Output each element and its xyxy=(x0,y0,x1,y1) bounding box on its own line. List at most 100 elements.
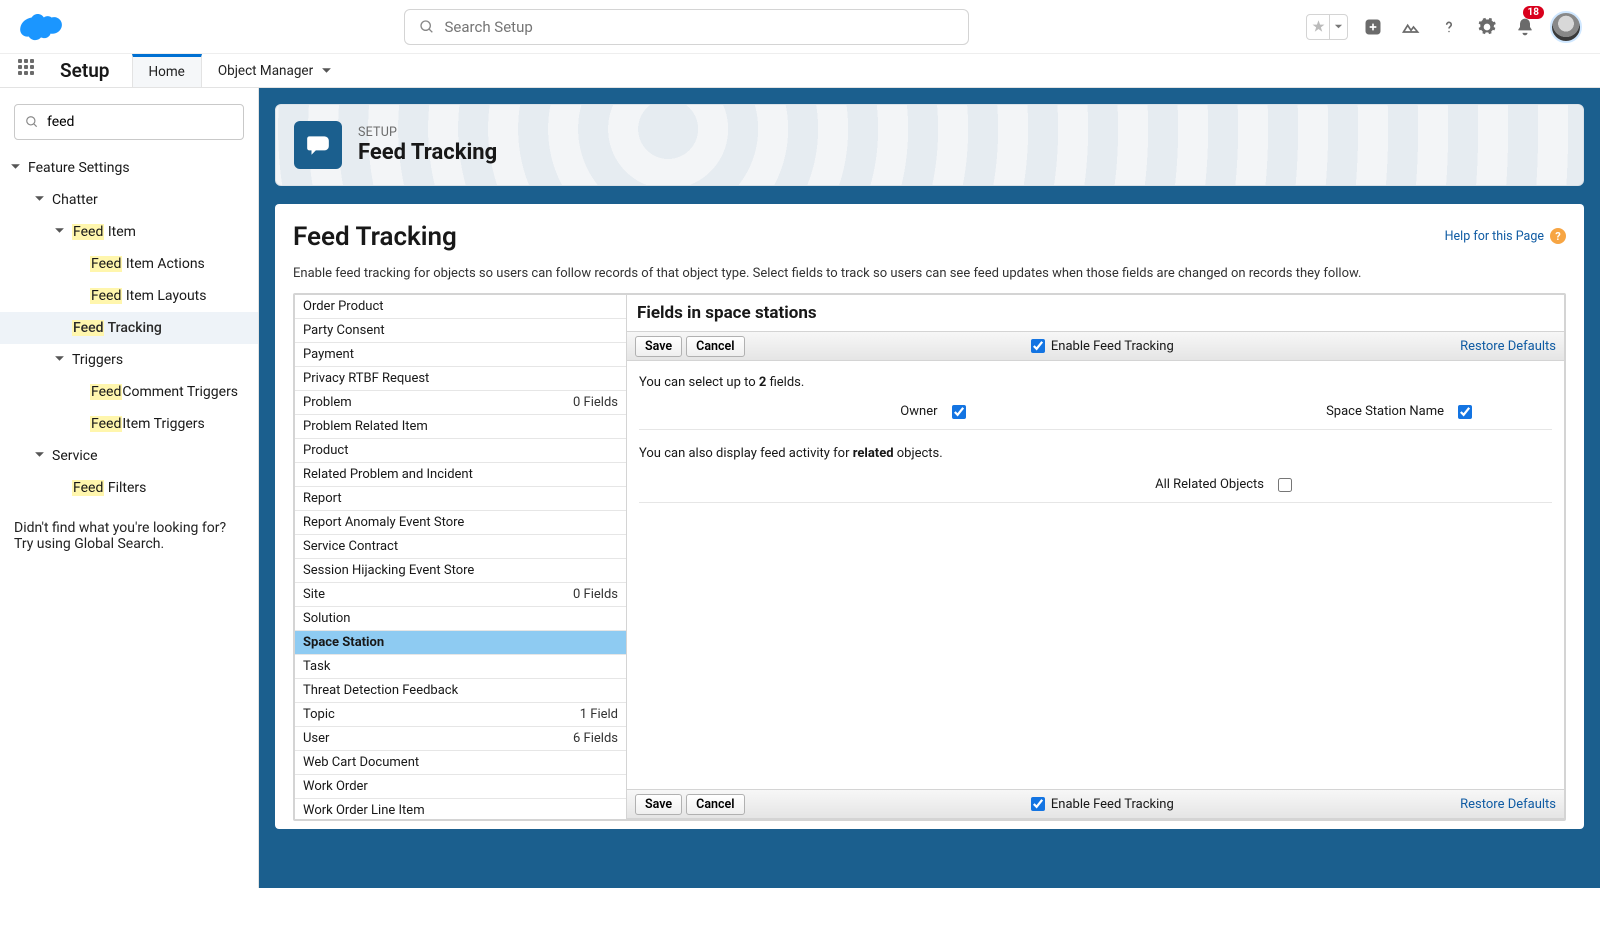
enable-feed-tracking-checkbox[interactable] xyxy=(1031,797,1045,811)
related-objects-text: You can also display feed activity for r… xyxy=(639,430,1552,467)
star-icon xyxy=(1307,14,1329,40)
sidebar-item-chatter[interactable]: Chatter xyxy=(0,184,258,216)
sidebar-item-feed-item-layouts[interactable]: Feed Item Layouts xyxy=(0,280,258,312)
page-header: SETUP Feed Tracking xyxy=(275,104,1584,186)
sidebar-item-service[interactable]: Service xyxy=(0,440,258,472)
global-header: 18 xyxy=(0,0,1600,54)
object-list[interactable]: Order ProductParty ConsentPaymentPrivacy… xyxy=(295,295,627,819)
tracking-workspace: Order ProductParty ConsentPaymentPrivacy… xyxy=(293,293,1566,821)
object-row[interactable]: Order Product xyxy=(295,295,626,319)
select-limit-text: You can select up to 2 fields. xyxy=(639,371,1552,394)
notifications-button[interactable]: 18 xyxy=(1512,14,1538,40)
salesforce-logo xyxy=(18,10,66,44)
favorites-dropdown[interactable] xyxy=(1306,14,1348,40)
object-row[interactable]: Service Contract xyxy=(295,535,626,559)
chevron-down-icon xyxy=(54,225,65,236)
sidebar-item-feed-filters[interactable]: Feed Filters xyxy=(0,472,258,504)
sidebar-not-found-text: Didn't find what you're looking for? Try… xyxy=(0,504,258,568)
help-icon: ? xyxy=(1550,228,1566,244)
cancel-button[interactable]: Cancel xyxy=(686,794,744,815)
gear-icon[interactable] xyxy=(1474,14,1500,40)
fields-heading: Fields in space stations xyxy=(627,295,1564,331)
context-nav: Setup Home Object Manager xyxy=(0,54,1600,88)
object-row[interactable]: Problem Related Item xyxy=(295,415,626,439)
panel-title: Feed Tracking xyxy=(293,222,1566,252)
object-row[interactable]: User6 Fields xyxy=(295,727,626,751)
object-row[interactable]: Product xyxy=(295,439,626,463)
app-title: Setup xyxy=(60,59,110,82)
sidebar-item-feeditem-triggers[interactable]: FeedItem Triggers xyxy=(0,408,258,440)
all-related-objects-checkbox[interactable] xyxy=(1278,478,1292,492)
trailhead-icon[interactable] xyxy=(1398,14,1424,40)
object-row[interactable]: Problem0 Fields xyxy=(295,391,626,415)
tab-object-manager[interactable]: Object Manager xyxy=(202,54,348,87)
object-row[interactable]: Work Order xyxy=(295,775,626,799)
chevron-down-icon xyxy=(1329,15,1347,39)
sidebar-item-feed-tracking[interactable]: Feed Tracking xyxy=(0,312,258,344)
page-title: Feed Tracking xyxy=(358,140,497,165)
app-launcher-icon[interactable] xyxy=(18,59,42,83)
panel-description: Enable feed tracking for objects so user… xyxy=(293,266,1566,281)
object-row[interactable]: Payment xyxy=(295,343,626,367)
object-row[interactable]: Solution xyxy=(295,607,626,631)
setup-sidebar: Feature Settings Chatter Feed Item Feed … xyxy=(0,88,259,888)
enable-feed-tracking-checkbox[interactable] xyxy=(1031,339,1045,353)
sidebar-item-feature-settings[interactable]: Feature Settings xyxy=(0,152,258,184)
object-row[interactable]: Related Problem and Incident xyxy=(295,463,626,487)
enable-feed-tracking[interactable]: Enable Feed Tracking xyxy=(1031,339,1174,354)
action-bar-top: Save Cancel Enable Feed Tracking Restore… xyxy=(627,331,1564,361)
object-row[interactable]: Task xyxy=(295,655,626,679)
object-row[interactable]: Session Hijacking Event Store xyxy=(295,559,626,583)
quick-find[interactable] xyxy=(14,104,244,140)
object-row[interactable]: Party Consent xyxy=(295,319,626,343)
bell-icon xyxy=(1515,17,1535,37)
chevron-down-icon xyxy=(34,449,45,460)
search-icon xyxy=(25,115,39,129)
object-row[interactable]: Report xyxy=(295,487,626,511)
object-row[interactable]: Privacy RTBF Request xyxy=(295,367,626,391)
sidebar-item-feed-item[interactable]: Feed Item xyxy=(0,216,258,248)
object-row[interactable]: Site0 Fields xyxy=(295,583,626,607)
object-row[interactable]: Topic1 Field xyxy=(295,703,626,727)
avatar[interactable] xyxy=(1550,11,1582,43)
global-search-input[interactable] xyxy=(445,18,954,36)
notification-badge: 18 xyxy=(1523,6,1544,19)
search-icon xyxy=(419,19,435,35)
global-search[interactable] xyxy=(404,9,969,45)
chevron-down-icon xyxy=(10,161,21,172)
restore-defaults-link[interactable]: Restore Defaults xyxy=(1460,797,1556,812)
enable-feed-tracking[interactable]: Enable Feed Tracking xyxy=(1031,797,1174,812)
save-button[interactable]: Save xyxy=(635,336,682,357)
help-link[interactable]: Help for this Page ? xyxy=(1445,228,1566,244)
object-row[interactable]: Work Order Line Item xyxy=(295,799,626,819)
feed-tracking-icon xyxy=(294,121,342,169)
add-icon[interactable] xyxy=(1360,14,1386,40)
sidebar-item-feedcomment-triggers[interactable]: FeedComment Triggers xyxy=(0,376,258,408)
object-row[interactable]: Threat Detection Feedback xyxy=(295,679,626,703)
action-bar-bottom: Save Cancel Enable Feed Tracking Restore… xyxy=(627,789,1564,819)
sidebar-item-feed-item-actions[interactable]: Feed Item Actions xyxy=(0,248,258,280)
tab-home[interactable]: Home xyxy=(132,54,202,87)
feed-tracking-panel: Feed Tracking Help for this Page ? Enabl… xyxy=(275,204,1584,829)
field-column: Fields in space stations Save Cancel Ena… xyxy=(627,295,1564,819)
object-row[interactable]: Space Station xyxy=(295,631,626,655)
chevron-down-icon xyxy=(54,353,65,364)
field-space-station-name-label: Space Station Name xyxy=(1326,404,1444,419)
main-content: SETUP Feed Tracking Feed Tracking Help f… xyxy=(259,88,1600,888)
chevron-down-icon xyxy=(34,193,45,204)
save-button[interactable]: Save xyxy=(635,794,682,815)
chevron-down-icon xyxy=(321,65,332,76)
field-owner-label: Owner xyxy=(900,404,937,419)
cancel-button[interactable]: Cancel xyxy=(686,336,744,357)
restore-defaults-link[interactable]: Restore Defaults xyxy=(1460,339,1556,354)
field-owner-checkbox[interactable] xyxy=(952,405,966,419)
object-row[interactable]: Web Cart Document xyxy=(295,751,626,775)
field-space-station-name-checkbox[interactable] xyxy=(1458,405,1472,419)
sidebar-item-triggers[interactable]: Triggers xyxy=(0,344,258,376)
all-related-objects-label: All Related Objects xyxy=(1155,477,1264,492)
page-eyebrow: SETUP xyxy=(358,125,497,140)
help-icon[interactable] xyxy=(1436,14,1462,40)
tab-object-manager-label: Object Manager xyxy=(218,63,313,79)
object-row[interactable]: Report Anomaly Event Store xyxy=(295,511,626,535)
quick-find-input[interactable] xyxy=(47,114,233,130)
